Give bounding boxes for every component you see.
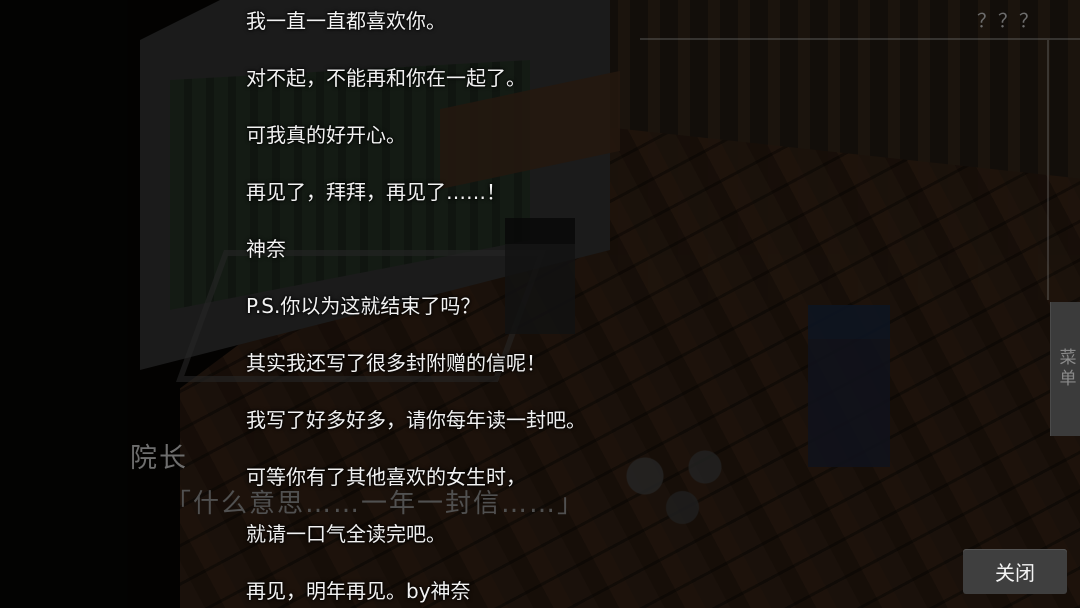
letter-line: 我一直一直都喜欢你。 bbox=[246, 9, 446, 33]
letter-line: 可等你有了其他喜欢的女生时， bbox=[246, 465, 526, 489]
hud-divider bbox=[640, 38, 1080, 40]
letter-line: 再见了，拜拜，再见了……！ bbox=[246, 180, 506, 204]
letter-line: 就请一口气全读完吧。 bbox=[246, 522, 446, 546]
letter-line: 其实我还写了很多封附赠的信呢！ bbox=[246, 351, 546, 375]
speaker-name: 院长 bbox=[130, 443, 188, 474]
letter-line: 对不起，不能再和你在一起了。 bbox=[246, 66, 526, 90]
letter-line: 再见，明年再见。by神奈 bbox=[246, 579, 471, 603]
letter-line: P.S.你以为这就结束了吗？ bbox=[246, 294, 481, 318]
menu-button[interactable]: 菜单 bbox=[1050, 302, 1080, 436]
letter-line: 可我真的好开心。 bbox=[246, 123, 406, 147]
game-screen: 院长 「什么意思……一年一封信……」 ？？？ 菜单 我一直一直都喜欢你。 对不起… bbox=[0, 0, 1080, 608]
menu-label: 菜单 bbox=[1055, 348, 1076, 390]
letter-line: 我写了好多好多，请你每年读一封吧。 bbox=[246, 408, 586, 432]
location-label: ？？？ bbox=[976, 10, 1040, 32]
close-button[interactable]: 关闭 bbox=[963, 549, 1067, 594]
hud-divider-vertical bbox=[1047, 40, 1049, 300]
letter-signature: 神奈 bbox=[246, 237, 286, 261]
